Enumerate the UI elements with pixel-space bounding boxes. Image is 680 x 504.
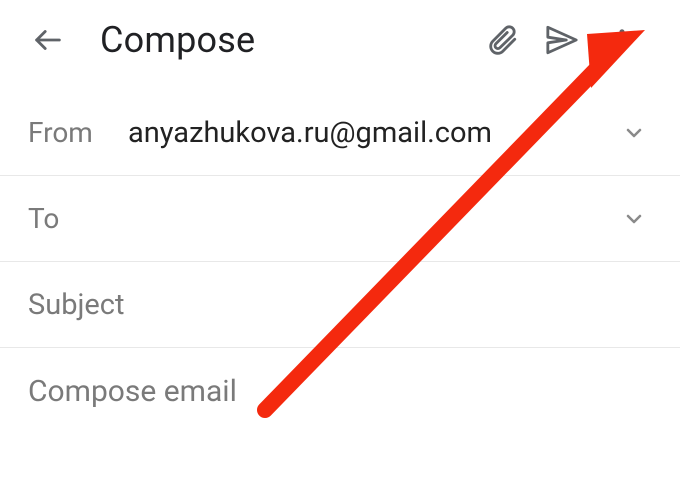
attach-icon[interactable] <box>472 18 532 62</box>
chevron-down-icon[interactable] <box>616 201 652 237</box>
from-label: From <box>28 116 128 149</box>
chevron-down-icon[interactable] <box>616 115 652 151</box>
back-icon[interactable] <box>28 20 68 60</box>
more-menu-icon[interactable] <box>592 18 652 62</box>
from-value: anyazhukova.ru@gmail.com <box>128 116 616 150</box>
from-row[interactable]: From anyazhukova.ru@gmail.com <box>0 90 680 176</box>
to-row[interactable]: To <box>0 176 680 262</box>
send-icon[interactable] <box>532 18 592 62</box>
body-input[interactable]: Compose email <box>28 374 652 409</box>
page-title: Compose <box>100 19 255 61</box>
subject-row[interactable]: Subject <box>0 262 680 348</box>
body-area[interactable]: Compose email <box>0 348 680 435</box>
top-bar: Compose <box>0 0 680 90</box>
subject-input[interactable]: Subject <box>28 288 652 322</box>
to-label: To <box>28 202 128 235</box>
